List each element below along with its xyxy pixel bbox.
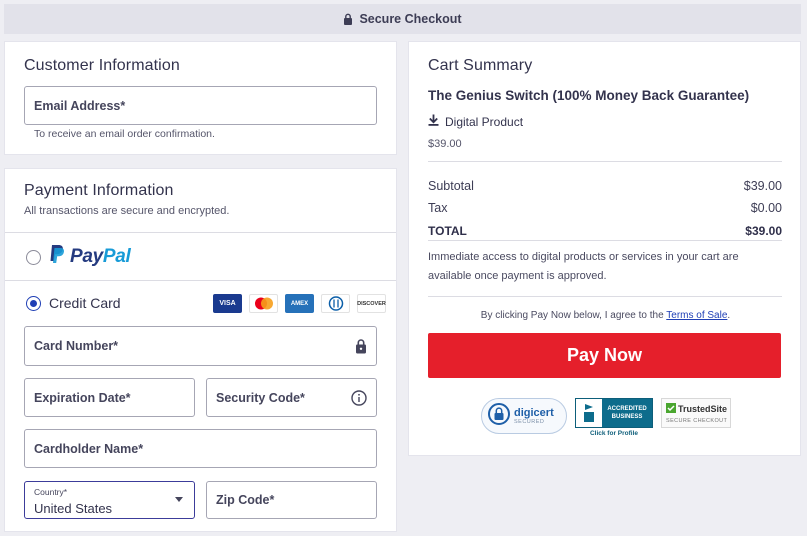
email-field-label: Email Address* (34, 98, 126, 113)
email-hint: To receive an email order confirmation. (34, 128, 215, 140)
cart-summary-title: Cart Summary (428, 57, 533, 74)
bbb-line1: ACCREDITED (607, 406, 647, 412)
security-code-label: Security Code* (216, 390, 305, 405)
visa-logo: VISA (213, 294, 242, 313)
total-value: $39.00 (745, 224, 782, 238)
payment-information-title: Payment Information (24, 182, 174, 199)
divider (428, 240, 782, 241)
product-name: The Genius Switch (100% Money Back Guara… (428, 88, 750, 103)
digicert-badge[interactable]: digicert SECURED (481, 398, 567, 434)
trustedsite-badge[interactable]: TrustedSite SECURE CHECKOUT (661, 398, 731, 428)
tax-value: $0.00 (750, 201, 782, 215)
card-brand-logos: VISA AMEX DISCOVER (213, 294, 386, 313)
secure-checkout-title: Secure Checkout (359, 12, 462, 26)
subtotal-label: Subtotal (428, 179, 474, 193)
customer-information-title: Customer Information (24, 57, 180, 74)
digicert-lock-icon (488, 402, 510, 431)
paypal-word-pal: Pal (102, 245, 131, 267)
tax-row: Tax $0.00 (428, 201, 782, 215)
payment-information-card: Payment Information All transactions are… (4, 168, 397, 532)
total-row: TOTAL $39.00 (428, 224, 782, 238)
paypal-word-pay: Pay (70, 245, 103, 267)
mastercard-logo (249, 294, 278, 313)
bbb-torch-icon (576, 399, 602, 427)
lock-icon (355, 339, 367, 354)
country-label: Country* (34, 487, 68, 497)
paypal-logo[interactable]: PayPal (49, 244, 131, 269)
credit-card-radio[interactable] (26, 296, 41, 311)
security-code-field[interactable]: Security Code* (206, 378, 377, 417)
bbb-caption: Click for Profile (589, 430, 639, 437)
zip-code-field[interactable]: Zip Code* (206, 481, 377, 519)
check-icon (666, 402, 676, 415)
payment-subtitle: All transactions are secure and encrypte… (24, 205, 230, 217)
cart-summary-card: Cart Summary The Genius Switch (100% Mon… (408, 41, 801, 456)
paypal-radio[interactable] (26, 250, 41, 265)
total-label: TOTAL (428, 224, 467, 238)
divider (5, 232, 396, 233)
product-type-label: Digital Product (445, 114, 524, 129)
tax-label: Tax (428, 201, 448, 215)
terms-of-sale-link[interactable]: Terms of Sale (666, 310, 727, 321)
trust-badges: digicert SECURED ACCREDITED BUSINESS Cli… (481, 398, 731, 437)
card-number-field[interactable]: Card Number* (24, 326, 377, 366)
credit-card-label: Credit Card (49, 295, 121, 311)
cardholder-name-field[interactable]: Cardholder Name* (24, 429, 377, 468)
terms-agreement-suffix: . (727, 310, 731, 321)
paypal-icon (49, 244, 65, 269)
trustedsite-label: TrustedSite (678, 403, 728, 414)
expiration-date-label: Expiration Date* (34, 390, 131, 405)
trustedsite-sub: SECURE CHECKOUT (666, 417, 728, 424)
product-type: Digital Product (428, 114, 523, 129)
download-icon (428, 114, 439, 129)
product-price: $39.00 (428, 138, 462, 150)
digicert-sub: SECURED (514, 419, 545, 425)
divider (428, 161, 782, 162)
divider (5, 280, 396, 281)
divider (428, 296, 782, 297)
diners-logo (321, 294, 350, 313)
terms-agreement-text: By clicking Pay Now below, I agree to th… (480, 310, 667, 321)
zip-code-label: Zip Code* (216, 493, 275, 507)
discover-logo: DISCOVER (357, 294, 386, 313)
chevron-down-icon (175, 497, 183, 502)
country-select[interactable]: Country* United States (24, 481, 195, 519)
secure-checkout-bar: Secure Checkout (4, 4, 801, 34)
digicert-label: digicert (514, 407, 554, 419)
bbb-line2: BUSINESS (611, 414, 643, 420)
country-value: United States (34, 501, 113, 516)
customer-information-card: Customer Information Email Address* To r… (4, 41, 397, 155)
card-number-label: Card Number* (34, 339, 119, 353)
amex-logo: AMEX (285, 294, 314, 313)
email-field[interactable]: Email Address* (24, 86, 377, 125)
bbb-badge[interactable]: ACCREDITED BUSINESS Click for Profile (575, 398, 653, 437)
pay-now-button[interactable]: Pay Now (428, 333, 781, 378)
terms-agreement: By clicking Pay Now below, I agree to th… (409, 310, 802, 321)
access-note: Immediate access to digital products or … (428, 251, 739, 282)
info-icon[interactable] (351, 389, 367, 406)
subtotal-row: Subtotal $39.00 (428, 179, 782, 193)
expiration-date-field[interactable]: Expiration Date* (24, 378, 195, 417)
cardholder-name-label: Cardholder Name* (34, 441, 144, 456)
subtotal-value: $39.00 (743, 179, 782, 193)
lock-icon (343, 13, 353, 25)
